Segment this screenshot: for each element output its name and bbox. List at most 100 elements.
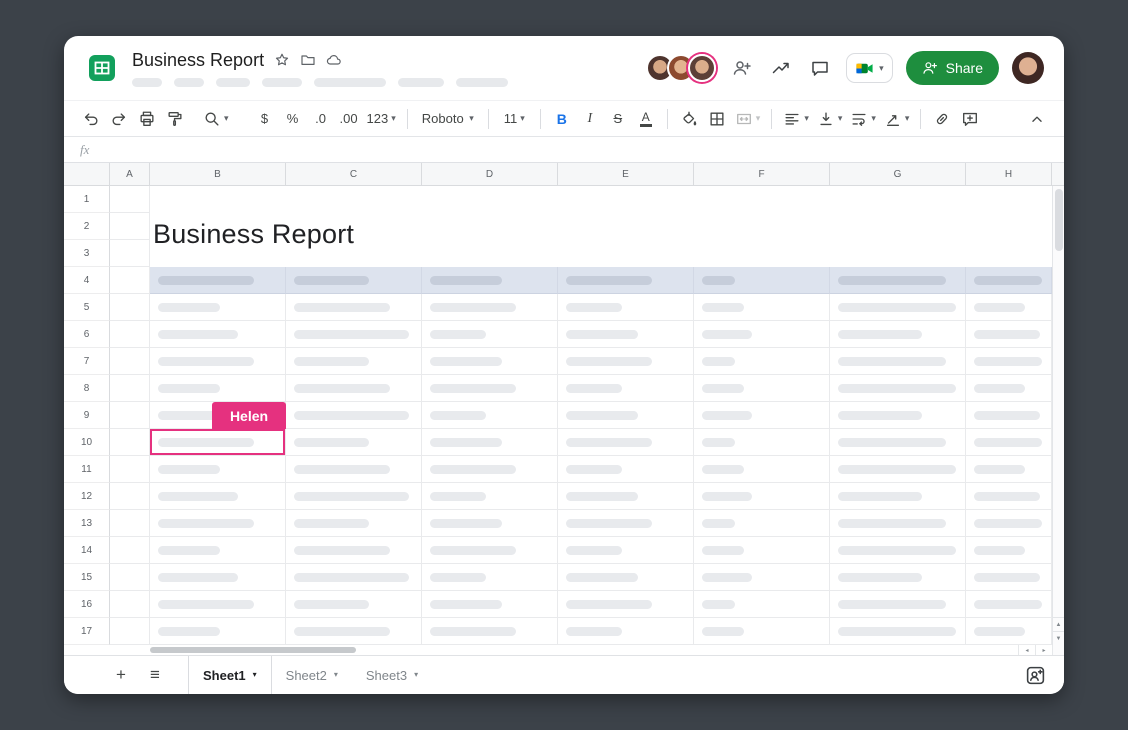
cell[interactable] [422,483,558,510]
font-size-select[interactable]: 11▾ [497,106,532,132]
collaborator-avatar[interactable] [688,54,716,82]
cell[interactable] [110,186,150,213]
scroll-up-icon[interactable]: ▲ [1053,617,1064,631]
column-header[interactable]: E [558,163,694,185]
cell[interactable] [694,402,830,429]
cell[interactable] [150,618,286,645]
row-header[interactable]: 5 [64,294,110,321]
cell[interactable] [286,591,422,618]
cell[interactable] [558,402,694,429]
cell[interactable] [150,510,286,537]
cell[interactable] [558,429,694,456]
cell[interactable] [110,537,150,564]
cell[interactable] [694,321,830,348]
insert-link-button[interactable] [929,106,955,132]
redo-button[interactable] [106,106,132,132]
cell[interactable] [966,510,1052,537]
row-header[interactable]: 16 [64,591,110,618]
cell[interactable] [286,537,422,564]
row-header[interactable]: 12 [64,483,110,510]
cell[interactable] [558,483,694,510]
formula-input[interactable] [101,137,1064,162]
cell[interactable] [150,429,286,456]
cell[interactable] [110,564,150,591]
cell[interactable] [830,591,966,618]
people-plus-icon[interactable] [1025,656,1064,694]
sheet-tab-sheet2[interactable]: Sheet2▾ [272,656,352,694]
menu-item-redacted[interactable] [174,78,204,87]
menu-item-redacted[interactable] [398,78,444,87]
cell[interactable] [558,375,694,402]
cell[interactable] [966,537,1052,564]
comments-icon[interactable] [807,55,833,81]
cell[interactable] [966,375,1052,402]
cell[interactable] [830,618,966,645]
cell[interactable] [286,483,422,510]
format-currency-button[interactable]: $ [252,106,278,132]
cell[interactable] [966,456,1052,483]
cell[interactable] [422,537,558,564]
cell[interactable] [150,483,286,510]
cell[interactable] [110,483,150,510]
sheets-logo-icon[interactable] [88,54,116,82]
italic-button[interactable]: I [577,106,603,132]
cell[interactable] [422,456,558,483]
cell[interactable] [694,294,830,321]
cell[interactable] [966,348,1052,375]
cell[interactable] [286,402,422,429]
cell[interactable] [110,321,150,348]
row-header[interactable]: 13 [64,510,110,537]
row-header[interactable]: 3 [64,240,110,267]
grid-corner[interactable] [64,163,110,185]
cell[interactable] [694,348,830,375]
cell[interactable] [150,321,286,348]
scroll-right-icon[interactable]: ▸ [1035,645,1052,655]
cell[interactable] [110,267,150,294]
cell[interactable] [966,564,1052,591]
document-title[interactable]: Business Report [132,50,264,71]
cell[interactable] [558,618,694,645]
cell[interactable] [558,321,694,348]
insights-icon[interactable] [768,55,794,81]
cell[interactable] [422,375,558,402]
cell[interactable] [558,294,694,321]
cell[interactable] [830,267,966,294]
decrease-decimal-button[interactable]: .0 [308,106,334,132]
cell[interactable] [558,537,694,564]
cell[interactable] [830,510,966,537]
menu-item-redacted[interactable] [314,78,386,87]
cell[interactable] [110,618,150,645]
cell[interactable] [422,402,558,429]
row-header[interactable]: 8 [64,375,110,402]
scroll-left-icon[interactable]: ◂ [1018,645,1035,655]
cell[interactable] [286,294,422,321]
format-percent-button[interactable]: % [280,106,306,132]
cell[interactable] [558,267,694,294]
cell[interactable] [694,456,830,483]
cell[interactable] [830,348,966,375]
text-color-button[interactable]: A [633,106,659,132]
number-format-button[interactable]: 123▾ [364,106,399,132]
cell[interactable] [694,618,830,645]
row-header[interactable]: 10 [64,429,110,456]
cell[interactable] [422,267,558,294]
cell[interactable] [150,348,286,375]
scroll-down-icon[interactable]: ▼ [1053,631,1064,645]
row-header[interactable]: 14 [64,537,110,564]
cell[interactable] [110,240,150,267]
paint-format-button[interactable] [162,106,188,132]
add-comment-button[interactable] [957,106,983,132]
all-sheets-menu-button[interactable]: ≡ [142,662,168,688]
increase-decimal-button[interactable]: .00 [336,106,362,132]
cell[interactable] [286,267,422,294]
cell[interactable] [694,591,830,618]
menu-item-redacted[interactable] [262,78,302,87]
merge-cells-button[interactable]: ▾ [732,106,764,132]
cell[interactable] [150,537,286,564]
cell[interactable] [966,267,1052,294]
star-icon[interactable] [274,52,290,68]
vertical-scrollbar[interactable]: ▲ ▼ [1052,186,1064,645]
cell[interactable] [966,321,1052,348]
cell[interactable] [286,564,422,591]
cell[interactable] [966,429,1052,456]
